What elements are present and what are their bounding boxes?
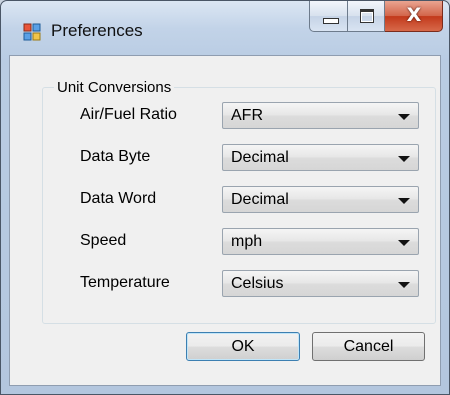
caption-buttons: X xyxy=(309,1,443,33)
air-fuel-ratio-label: Air/Fuel Ratio xyxy=(80,106,177,123)
dialog-client-area: Unit Conversions Air/Fuel Ratio AFR Data… xyxy=(9,55,441,386)
chevron-down-icon xyxy=(398,156,410,162)
dropdown-value: Decimal xyxy=(231,191,289,208)
dialog-window: Preferences X Unit Conversions Air/Fuel … xyxy=(0,0,450,395)
maximize-icon xyxy=(360,9,374,23)
dropdown-value: Celsius xyxy=(231,275,284,292)
ok-button[interactable]: OK xyxy=(186,332,300,361)
window-title: Preferences xyxy=(51,21,143,40)
cancel-button[interactable]: Cancel xyxy=(312,332,425,361)
temperature-label: Temperature xyxy=(80,274,170,291)
title-bar[interactable]: Preferences X xyxy=(1,1,449,55)
close-button[interactable]: X xyxy=(385,1,443,32)
data-word-dropdown[interactable]: Decimal xyxy=(222,186,419,213)
maximize-button[interactable] xyxy=(348,1,385,32)
data-byte-label: Data Byte xyxy=(80,148,151,165)
dropdown-value: mph xyxy=(231,233,263,250)
close-icon: X xyxy=(406,4,422,26)
app-icon xyxy=(23,23,41,41)
minimize-icon xyxy=(323,18,339,24)
group-label: Unit Conversions xyxy=(54,79,175,96)
dropdown-value: Decimal xyxy=(231,149,289,166)
dropdown-value: AFR xyxy=(231,107,263,124)
chevron-down-icon xyxy=(398,114,410,120)
chevron-down-icon xyxy=(398,240,410,246)
data-word-label: Data Word xyxy=(80,190,157,207)
chevron-down-icon xyxy=(398,282,410,288)
data-byte-dropdown[interactable]: Decimal xyxy=(222,144,419,171)
temperature-dropdown[interactable]: Celsius xyxy=(222,270,419,297)
air-fuel-ratio-dropdown[interactable]: AFR xyxy=(222,102,419,129)
speed-dropdown[interactable]: mph xyxy=(222,228,419,255)
minimize-button[interactable] xyxy=(309,1,348,32)
speed-label: Speed xyxy=(80,232,127,249)
chevron-down-icon xyxy=(398,198,410,204)
